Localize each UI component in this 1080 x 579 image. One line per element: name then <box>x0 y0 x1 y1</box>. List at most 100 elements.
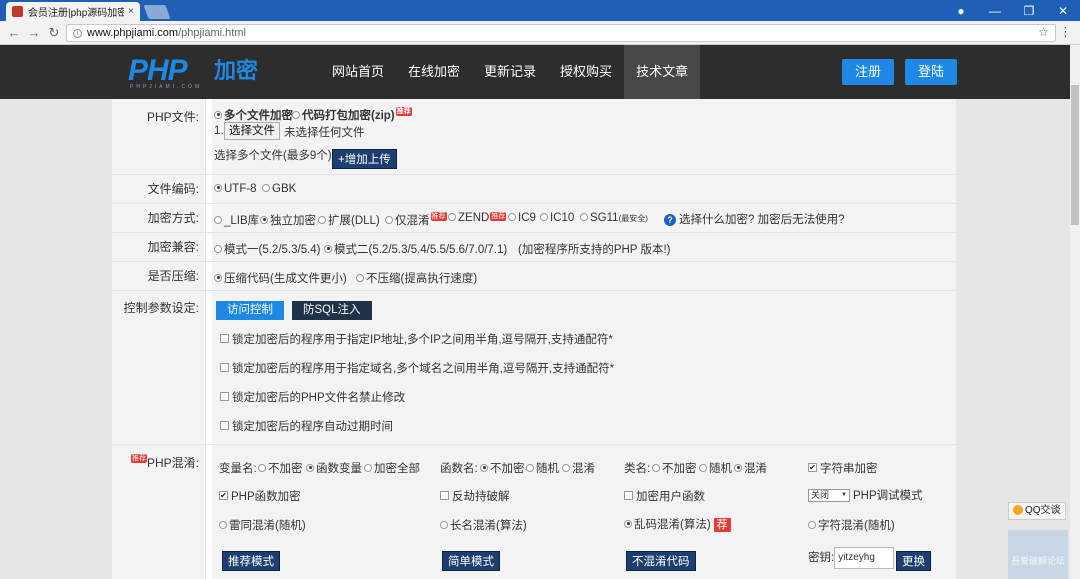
opt-gbk[interactable]: GBK <box>262 183 296 195</box>
minimize-button[interactable]: — <box>978 0 1012 21</box>
url-input[interactable]: i www.phpjiami.com /phpjiami.html ☆ <box>66 24 1056 42</box>
opt-sg11[interactable]: SG11(最安全) <box>580 212 648 224</box>
tab-anti-sql[interactable]: 防SQL注入 <box>292 301 372 320</box>
check-php-func-encrypt[interactable]: ✔ PHP函数加密 <box>219 488 301 504</box>
nav-license[interactable]: 授权购买 <box>548 45 624 99</box>
nav-articles[interactable]: 技术文章 <box>624 45 701 99</box>
back-icon[interactable]: ← <box>4 25 24 40</box>
main-nav: 网站首页 在线加密 更新记录 授权购买 技术文章 <box>320 45 701 99</box>
address-bar-row: ← → ↻ i www.phpjiami.com /phpjiami.html … <box>0 21 1080 45</box>
nav-online-encrypt[interactable]: 在线加密 <box>396 45 472 99</box>
reload-icon[interactable]: ↻ <box>44 25 64 41</box>
radio-icon <box>808 520 816 529</box>
browser-tab[interactable]: 会员注册|php源码加密|p × <box>6 2 140 21</box>
radio-icon <box>356 273 364 282</box>
opt-var-func[interactable]: 函数变量 <box>306 460 362 476</box>
opt-utf8[interactable]: UTF-8 <box>214 183 257 195</box>
opt-ic9[interactable]: IC9 <box>508 212 536 224</box>
opt-multi-file[interactable]: 多个文件加密 <box>214 107 293 123</box>
maximize-button[interactable]: ❐ <box>1012 0 1046 21</box>
opt-zip-pack[interactable]: 代码打包加密(zip) 推荐 <box>292 107 412 123</box>
register-button[interactable]: 注册 <box>842 59 895 85</box>
tab-close-icon[interactable]: × <box>128 6 134 17</box>
opt-mix-long[interactable]: 长名混淆(算法) <box>440 517 527 533</box>
php-file-content: 多个文件加密 代码打包加密(zip) 推荐 1. 选择文件 未选择任何文件 选择多… <box>212 99 956 174</box>
qq-chat-button[interactable]: QQ交谈 <box>1008 502 1066 520</box>
label-method: 加密方式: <box>112 204 206 232</box>
radio-icon <box>258 463 266 472</box>
opt-lib[interactable]: _LIB库 <box>214 212 259 228</box>
opt-compress[interactable]: 压缩代码(生成文件更小) <box>214 270 347 286</box>
encoding-content: UTF-8 GBK <box>212 175 956 203</box>
change-key-button[interactable]: 更换 <box>896 551 931 571</box>
opt-func-mix[interactable]: 混淆 <box>562 460 595 476</box>
page-scrollbar[interactable] <box>1070 45 1080 579</box>
radio-icon <box>480 463 488 472</box>
checkbox-icon <box>220 421 229 431</box>
forward-icon[interactable]: → <box>24 25 44 40</box>
opt-var-all[interactable]: 加密全部 <box>364 460 420 476</box>
opt-no-compress[interactable]: 不压缩(提高执行速度) <box>356 270 477 286</box>
check-string-encrypt[interactable]: ✔ 字符串加密 <box>808 460 878 476</box>
bookmark-star-icon[interactable]: ☆ <box>1038 25 1049 39</box>
debug-select[interactable]: 关闭 <box>808 489 850 503</box>
scrollbar-thumb[interactable] <box>1071 85 1079 225</box>
opt-class-mix[interactable]: 混淆 <box>734 460 767 476</box>
opt-mode1[interactable]: 模式一(5.2/5.3/5.4) <box>214 241 321 257</box>
opt-class-random[interactable]: 随机 <box>699 460 732 476</box>
site-logo[interactable]: PHP 加密 PHPJIAMI.COM <box>128 54 268 91</box>
opt-mix-similar[interactable]: 雷同混淆(随机) <box>219 517 306 533</box>
recommend-badge: 推荐 <box>130 454 147 463</box>
opt-mix-char[interactable]: 字符混淆(随机) <box>808 517 895 533</box>
qq-icon <box>1013 505 1023 516</box>
compat-note: (加密程序所支持的PHP 版本!) <box>518 244 671 256</box>
key-input[interactable]: yitzeyhg <box>834 547 895 569</box>
opt-class-none[interactable]: 不加密 <box>652 460 697 476</box>
logo-php-text: PHP <box>128 54 188 87</box>
nav-home[interactable]: 网站首页 <box>320 45 396 99</box>
opt-func-none[interactable]: 不加密 <box>480 460 525 476</box>
checkbox-icon <box>220 363 229 373</box>
check-expire[interactable]: 锁定加密后的程序自动过期时间 <box>220 418 393 434</box>
tab-access-control[interactable]: 访问控制 <box>216 301 284 320</box>
opt-zend[interactable]: ZEND 推荐 <box>448 212 507 224</box>
check-lock-filename[interactable]: 锁定加密后的PHP文件名禁止修改 <box>220 389 405 405</box>
new-tab-button[interactable] <box>143 5 171 19</box>
recommend-tag: 荐 <box>713 518 731 532</box>
opt-var-none[interactable]: 不加密 <box>258 460 303 476</box>
check-user-func-encrypt[interactable]: 加密用户函数 <box>624 488 705 504</box>
opt-standalone[interactable]: 独立加密 <box>260 212 316 228</box>
choose-file-button[interactable]: 选择文件 <box>224 122 280 140</box>
debug-mode-control: 关闭PHP调试模式 <box>808 487 923 503</box>
radio-icon <box>540 212 548 221</box>
recommend-mode-button[interactable]: 推荐模式 <box>222 551 280 571</box>
radio-icon <box>318 215 326 224</box>
row-method: 加密方式: _LIB库 独立加密 扩展(DLL) 仅混淆 推荐 ZEND 推荐 IC… <box>112 204 956 233</box>
opt-dll[interactable]: 扩展(DLL) <box>318 212 380 228</box>
method-help-link[interactable]: ? 选择什么加密? 加密后无法使用? <box>664 211 845 227</box>
no-obfuscate-button[interactable]: 不混淆代码 <box>626 551 696 571</box>
nav-changelog[interactable]: 更新记录 <box>472 45 548 99</box>
check-lock-domain[interactable]: 锁定加密后的程序用于指定域名,多个域名之间用半角,逗号隔开,支持通配符* <box>220 360 614 376</box>
simple-mode-button[interactable]: 简单模式 <box>442 551 500 571</box>
info-icon[interactable]: i <box>73 28 82 38</box>
watermark: 吾爱破解论坛 <box>1008 530 1068 579</box>
row-php-file: PHP文件: 多个文件加密 代码打包加密(zip) 推荐 1. 选择文件 未选择任… <box>112 99 956 175</box>
opt-mode2[interactable]: 模式二(5.2/5.3/5.4/5.5/5.6/7.0/7.1) <box>324 241 507 257</box>
profile-icon[interactable]: ● <box>944 0 978 21</box>
opt-ic10[interactable]: IC10 <box>540 212 574 224</box>
add-upload-button[interactable]: +增加上传 <box>332 149 397 169</box>
row-control: 控制参数设定: 访问控制 防SQL注入 锁定加密后的程序用于指定IP地址,多个I… <box>112 291 956 445</box>
login-button[interactable]: 登陆 <box>905 59 958 85</box>
check-lock-ip[interactable]: 锁定加密后的程序用于指定IP地址,多个IP之间用半角,逗号隔开,支持通配符* <box>220 331 613 347</box>
opt-obfuscate-only[interactable]: 仅混淆 推荐 <box>385 212 447 228</box>
opt-func-random[interactable]: 随机 <box>526 460 559 476</box>
check-anti-hijack[interactable]: 反劫持破解 <box>440 488 510 504</box>
radio-icon <box>262 183 270 192</box>
no-file-text: 未选择任何文件 <box>284 127 365 139</box>
browser-menu-icon[interactable]: ⋮ <box>1059 25 1072 39</box>
close-window-button[interactable]: ✕ <box>1046 0 1080 21</box>
question-icon: ? <box>664 214 676 226</box>
opt-mix-garbled[interactable]: 乱码混淆(算法) 荐 <box>624 516 731 532</box>
recommend-badge: 推荐 <box>490 212 507 221</box>
